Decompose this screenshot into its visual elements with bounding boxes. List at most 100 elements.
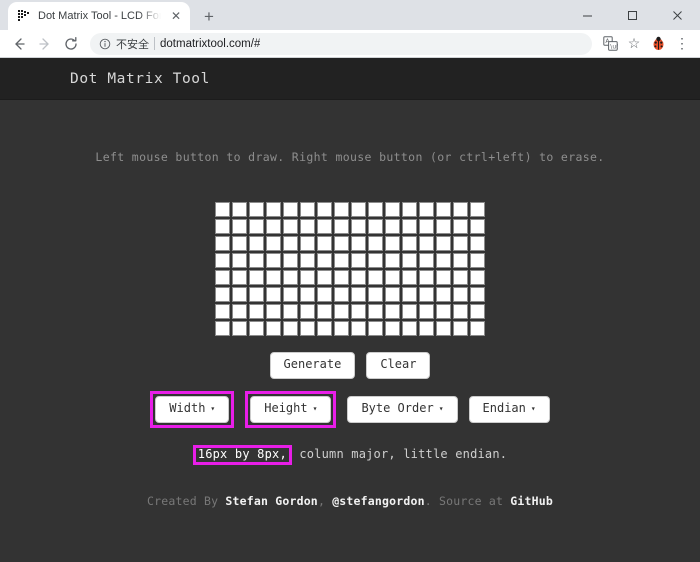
matrix-cell[interactable] — [419, 236, 434, 251]
matrix-cell[interactable] — [249, 202, 264, 217]
clear-button[interactable]: Clear — [366, 352, 430, 379]
matrix-cell[interactable] — [368, 321, 383, 336]
matrix-cell[interactable] — [436, 287, 451, 302]
matrix-cell[interactable] — [351, 270, 366, 285]
matrix-cell[interactable] — [419, 287, 434, 302]
matrix-cell[interactable] — [470, 304, 485, 319]
matrix-cell[interactable] — [368, 253, 383, 268]
matrix-cell[interactable] — [232, 202, 247, 217]
matrix-cell[interactable] — [249, 236, 264, 251]
author-link[interactable]: Stefan Gordon — [225, 494, 318, 508]
matrix-cell[interactable] — [334, 253, 349, 268]
matrix-cell[interactable] — [470, 219, 485, 234]
translate-icon[interactable]: A \u6587 — [599, 33, 621, 55]
matrix-cell[interactable] — [436, 253, 451, 268]
matrix-cell[interactable] — [368, 287, 383, 302]
matrix-cell[interactable] — [470, 270, 485, 285]
matrix-cell[interactable] — [215, 253, 230, 268]
matrix-cell[interactable] — [232, 304, 247, 319]
matrix-cell[interactable] — [368, 304, 383, 319]
matrix-cell[interactable] — [266, 236, 281, 251]
matrix-cell[interactable] — [351, 202, 366, 217]
matrix-cell[interactable] — [334, 202, 349, 217]
matrix-cell[interactable] — [470, 202, 485, 217]
matrix-cell[interactable] — [334, 236, 349, 251]
width-select[interactable]: Width▾ — [155, 396, 229, 423]
matrix-cell[interactable] — [232, 321, 247, 336]
forward-icon[interactable] — [33, 32, 57, 56]
matrix-cell[interactable] — [249, 219, 264, 234]
matrix-cell[interactable] — [453, 270, 468, 285]
matrix-cell[interactable] — [215, 287, 230, 302]
matrix-cell[interactable] — [351, 321, 366, 336]
matrix-cell[interactable] — [402, 304, 417, 319]
matrix-cell[interactable] — [232, 270, 247, 285]
matrix-cell[interactable] — [232, 219, 247, 234]
matrix-cell[interactable] — [215, 321, 230, 336]
matrix-cell[interactable] — [419, 270, 434, 285]
matrix-cell[interactable] — [300, 304, 315, 319]
matrix-cell[interactable] — [385, 236, 400, 251]
matrix-cell[interactable] — [436, 219, 451, 234]
matrix-cell[interactable] — [317, 321, 332, 336]
matrix-cell[interactable] — [470, 253, 485, 268]
matrix-cell[interactable] — [283, 287, 298, 302]
matrix-cell[interactable] — [266, 219, 281, 234]
matrix-cell[interactable] — [453, 219, 468, 234]
browser-tab[interactable]: Dot Matrix Tool - LCD Font Ge ✕ — [8, 2, 190, 30]
generate-button[interactable]: Generate — [270, 352, 356, 379]
matrix-cell[interactable] — [266, 202, 281, 217]
ladybug-icon[interactable] — [647, 33, 669, 55]
matrix-cell[interactable] — [385, 321, 400, 336]
matrix-cell[interactable] — [419, 304, 434, 319]
matrix-cell[interactable] — [317, 253, 332, 268]
matrix-cell[interactable] — [283, 253, 298, 268]
info-icon[interactable] — [99, 38, 111, 50]
matrix-cell[interactable] — [249, 253, 264, 268]
matrix-cell[interactable] — [453, 321, 468, 336]
matrix-cell[interactable] — [436, 321, 451, 336]
matrix-cell[interactable] — [419, 219, 434, 234]
matrix-cell[interactable] — [368, 202, 383, 217]
matrix-cell[interactable] — [300, 287, 315, 302]
matrix-cell[interactable] — [368, 219, 383, 234]
matrix-cell[interactable] — [470, 287, 485, 302]
matrix-cell[interactable] — [300, 253, 315, 268]
matrix-cell[interactable] — [266, 253, 281, 268]
dot-matrix-grid[interactable] — [215, 202, 485, 336]
matrix-cell[interactable] — [283, 202, 298, 217]
minimize-button[interactable] — [565, 0, 610, 30]
matrix-cell[interactable] — [470, 321, 485, 336]
matrix-cell[interactable] — [334, 321, 349, 336]
twitter-handle-link[interactable]: @stefangordon — [332, 494, 425, 508]
matrix-cell[interactable] — [232, 253, 247, 268]
matrix-cell[interactable] — [436, 236, 451, 251]
matrix-cell[interactable] — [266, 270, 281, 285]
github-link[interactable]: GitHub — [510, 494, 553, 508]
matrix-cell[interactable] — [453, 236, 468, 251]
matrix-cell[interactable] — [283, 304, 298, 319]
matrix-cell[interactable] — [385, 253, 400, 268]
matrix-cell[interactable] — [334, 304, 349, 319]
matrix-cell[interactable] — [215, 304, 230, 319]
matrix-cell[interactable] — [385, 287, 400, 302]
matrix-cell[interactable] — [266, 287, 281, 302]
matrix-cell[interactable] — [317, 236, 332, 251]
matrix-cell[interactable] — [368, 270, 383, 285]
matrix-cell[interactable] — [300, 219, 315, 234]
matrix-cell[interactable] — [436, 202, 451, 217]
matrix-cell[interactable] — [334, 287, 349, 302]
close-window-button[interactable] — [655, 0, 700, 30]
height-select[interactable]: Height▾ — [250, 396, 331, 423]
matrix-cell[interactable] — [334, 270, 349, 285]
matrix-cell[interactable] — [249, 270, 264, 285]
matrix-cell[interactable] — [402, 253, 417, 268]
matrix-cell[interactable] — [232, 236, 247, 251]
matrix-cell[interactable] — [300, 321, 315, 336]
matrix-cell[interactable] — [436, 304, 451, 319]
matrix-cell[interactable] — [351, 253, 366, 268]
matrix-cell[interactable] — [402, 236, 417, 251]
matrix-cell[interactable] — [419, 202, 434, 217]
matrix-cell[interactable] — [249, 287, 264, 302]
matrix-cell[interactable] — [402, 321, 417, 336]
